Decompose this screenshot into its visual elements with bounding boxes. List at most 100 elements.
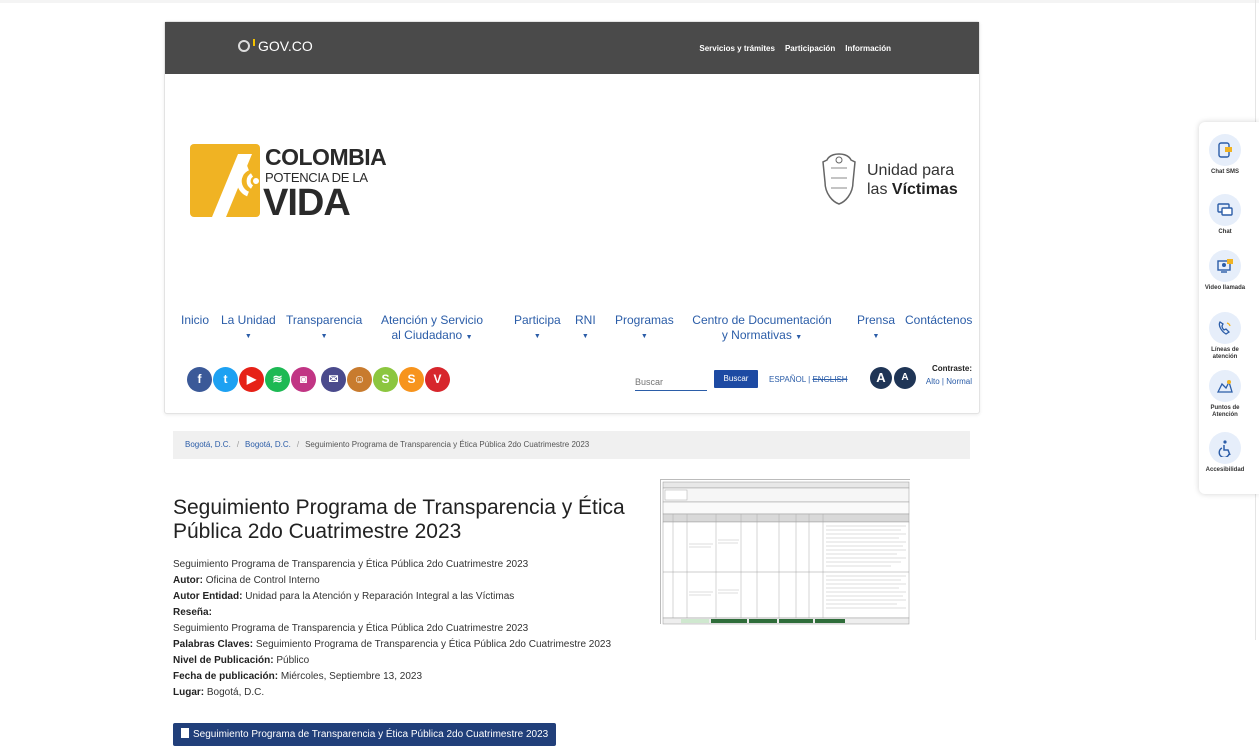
gov-link-informacion[interactable]: Información — [845, 44, 891, 53]
nav-contactenos[interactable]: Contáctenos — [905, 313, 972, 328]
nav-centro-documentacion[interactable]: Centro de Documentación y Normativas ▼ — [689, 313, 835, 345]
sidebar-label: Líneas de atención — [1211, 347, 1239, 360]
accessibility-icon — [1209, 432, 1241, 464]
nav-prensa[interactable]: Prensa ▼ — [857, 313, 895, 342]
contrast-normal[interactable]: Normal — [946, 377, 972, 386]
palabras-label: Palabras Claves: — [173, 639, 254, 650]
sidebar-label: Chat — [1218, 229, 1232, 235]
breadcrumb-separator: / — [296, 440, 300, 449]
gov-links: Servicios y trámites Participación Infor… — [699, 44, 891, 53]
sidebar-label: Chat SMS — [1210, 169, 1239, 175]
font-increase-button[interactable]: A — [870, 367, 892, 389]
video-call-icon — [1209, 250, 1241, 282]
nav-rni[interactable]: RNI ▼ — [575, 313, 596, 342]
page-title: Seguimiento Programa de Transparencia y … — [173, 496, 625, 543]
download-label: Seguimiento Programa de Transparencia y … — [193, 729, 549, 740]
lugar-value: Bogotá, D.C. — [206, 687, 265, 698]
phone-lines-icon — [1209, 312, 1241, 344]
sidebar-item-chat[interactable]: Chat — [1199, 194, 1251, 236]
gov-bar: GOV.CO Servicios y trámites Participació… — [165, 22, 979, 74]
sidebar-item-phone-lines[interactable]: Líneas de atención — [1199, 312, 1251, 361]
facebook-icon[interactable]: f — [187, 367, 212, 392]
nav-label: RNI — [575, 313, 596, 327]
doc-fecha: Fecha de publicación: Miércoles, Septiem… — [173, 669, 643, 685]
document-preview-thumbnail[interactable] — [660, 479, 911, 625]
brand-line-1: COLOMBIA — [265, 144, 387, 170]
entity-line-2: las Víctimas — [867, 181, 958, 199]
sidebar-label: Puntos de Atención — [1210, 405, 1240, 418]
caret-down-icon: ▼ — [533, 333, 541, 340]
language-switch: ESPAÑOL | ENGLISH — [769, 375, 848, 384]
gov-co-text: GOV.CO — [258, 38, 313, 54]
lang-separator: | — [808, 375, 811, 384]
search-input[interactable] — [635, 375, 707, 389]
brand-mark-icon — [190, 144, 260, 217]
fecha-value: Miércoles, Septiembre 13, 2023 — [280, 671, 422, 682]
caret-down-icon: ▼ — [795, 334, 803, 341]
nav-label: Prensa — [857, 313, 896, 327]
gov-co-logo[interactable]: GOV.CO — [238, 38, 313, 54]
contrast-control: Contraste: Alto | Normal — [917, 364, 972, 386]
nav-inicio[interactable]: Inicio — [181, 313, 209, 328]
breadcrumb-separator: / — [236, 440, 240, 449]
lang-espanol[interactable]: ESPAÑOL — [769, 375, 806, 384]
instagram-icon[interactable]: ◙ — [291, 367, 316, 392]
contrast-high[interactable]: Alto — [926, 377, 940, 386]
document-icon — [181, 728, 189, 738]
coat-of-arms-icon — [822, 153, 856, 205]
sidebar-item-chat-sms[interactable]: Chat SMS — [1199, 134, 1251, 176]
s-orange-icon[interactable]: S — [399, 367, 424, 392]
colombia-potencia-logo[interactable]: COLOMBIA POTENCIA DE LA VIDA — [190, 144, 390, 224]
nivel-value: Público — [276, 655, 310, 666]
sidebar-item-video-call[interactable]: Video llamada — [1199, 250, 1251, 292]
sidebar-item-map-points[interactable]: Puntos de Atención — [1199, 370, 1251, 419]
nav-label: Participa — [514, 313, 561, 327]
autor-value: Oficina de Control Interno — [205, 575, 320, 586]
nav-participa[interactable]: Participa ▼ — [514, 313, 561, 342]
lang-english[interactable]: ENGLISH — [812, 375, 847, 384]
doc-autor-entidad: Autor Entidad: Unidad para la Atención y… — [173, 589, 643, 605]
search-button[interactable]: Buscar — [714, 370, 758, 388]
caret-down-icon: ▼ — [465, 334, 473, 341]
breadcrumb-link-1[interactable]: Bogotá, D.C. — [185, 440, 231, 449]
contrast-separator: | — [941, 377, 944, 386]
v-red-icon[interactable]: V — [425, 367, 450, 392]
gov-link-participacion[interactable]: Participación — [785, 44, 835, 53]
nav-la-unidad[interactable]: La Unidad ▼ — [221, 313, 276, 342]
gov-link-servicios[interactable]: Servicios y trámites — [699, 44, 775, 53]
spotify-icon[interactable]: ≋ — [265, 367, 290, 392]
nav-programas[interactable]: Programas ▼ — [615, 313, 674, 342]
caret-down-icon: ▼ — [244, 333, 252, 340]
doc-palabras: Palabras Claves: Seguimiento Programa de… — [173, 637, 643, 653]
autor-entidad-label: Autor Entidad: — [173, 591, 243, 602]
youtube-icon[interactable]: ▶ — [239, 367, 264, 392]
document-metadata: Seguimiento Programa de Transparencia y … — [173, 557, 643, 701]
entity-bold: Víctimas — [891, 181, 958, 198]
colombia-seal-icon — [238, 40, 250, 52]
doc-subtitle: Seguimiento Programa de Transparencia y … — [173, 559, 529, 570]
chat-sms-icon — [1209, 134, 1241, 166]
autor-label: Autor: — [173, 575, 203, 586]
font-decrease-button[interactable]: A — [894, 367, 916, 389]
nav-atencion[interactable]: Atención y Servicio al Ciudadano ▼ — [377, 313, 487, 345]
social-icons: f t ▶ ≋ ◙ ✉ ☺ S S V — [187, 367, 450, 393]
unidad-victimas-logo[interactable]: Unidad para las Víctimas — [819, 150, 969, 210]
sidebar-item-accessibility[interactable]: Accesibilidad — [1199, 432, 1251, 474]
mascot-icon[interactable]: ☺ — [347, 367, 372, 392]
header-card: GOV.CO Servicios y trámites Participació… — [164, 21, 980, 414]
palabras-value: Seguimiento Programa de Transparencia y … — [255, 639, 612, 650]
contrast-options: Alto | Normal — [917, 377, 972, 386]
resena-label: Reseña: — [173, 607, 212, 618]
sidebar-label: Video llamada — [1204, 285, 1246, 291]
breadcrumb-link-2[interactable]: Bogotá, D.C. — [245, 440, 291, 449]
entity-prefix: las — [867, 181, 892, 198]
nav-transparencia[interactable]: Transparencia ▼ — [286, 313, 362, 342]
autor-entidad-value: Unidad para la Atención y Reparación Int… — [245, 591, 515, 602]
floating-help-sidebar: Chat SMS Chat Video llamada Líneas de atenc… — [1199, 122, 1259, 494]
breadcrumb-current: Seguimiento Programa de Transparencia y … — [305, 440, 590, 449]
breadcrumb: Bogotá, D.C. / Bogotá, D.C. / Seguimiento Pr… — [173, 431, 970, 459]
twitter-icon[interactable]: t — [213, 367, 238, 392]
s-green-icon[interactable]: S — [373, 367, 398, 392]
email-icon[interactable]: ✉ — [321, 367, 346, 392]
download-document-button[interactable]: Seguimiento Programa de Transparencia y … — [173, 723, 557, 746]
